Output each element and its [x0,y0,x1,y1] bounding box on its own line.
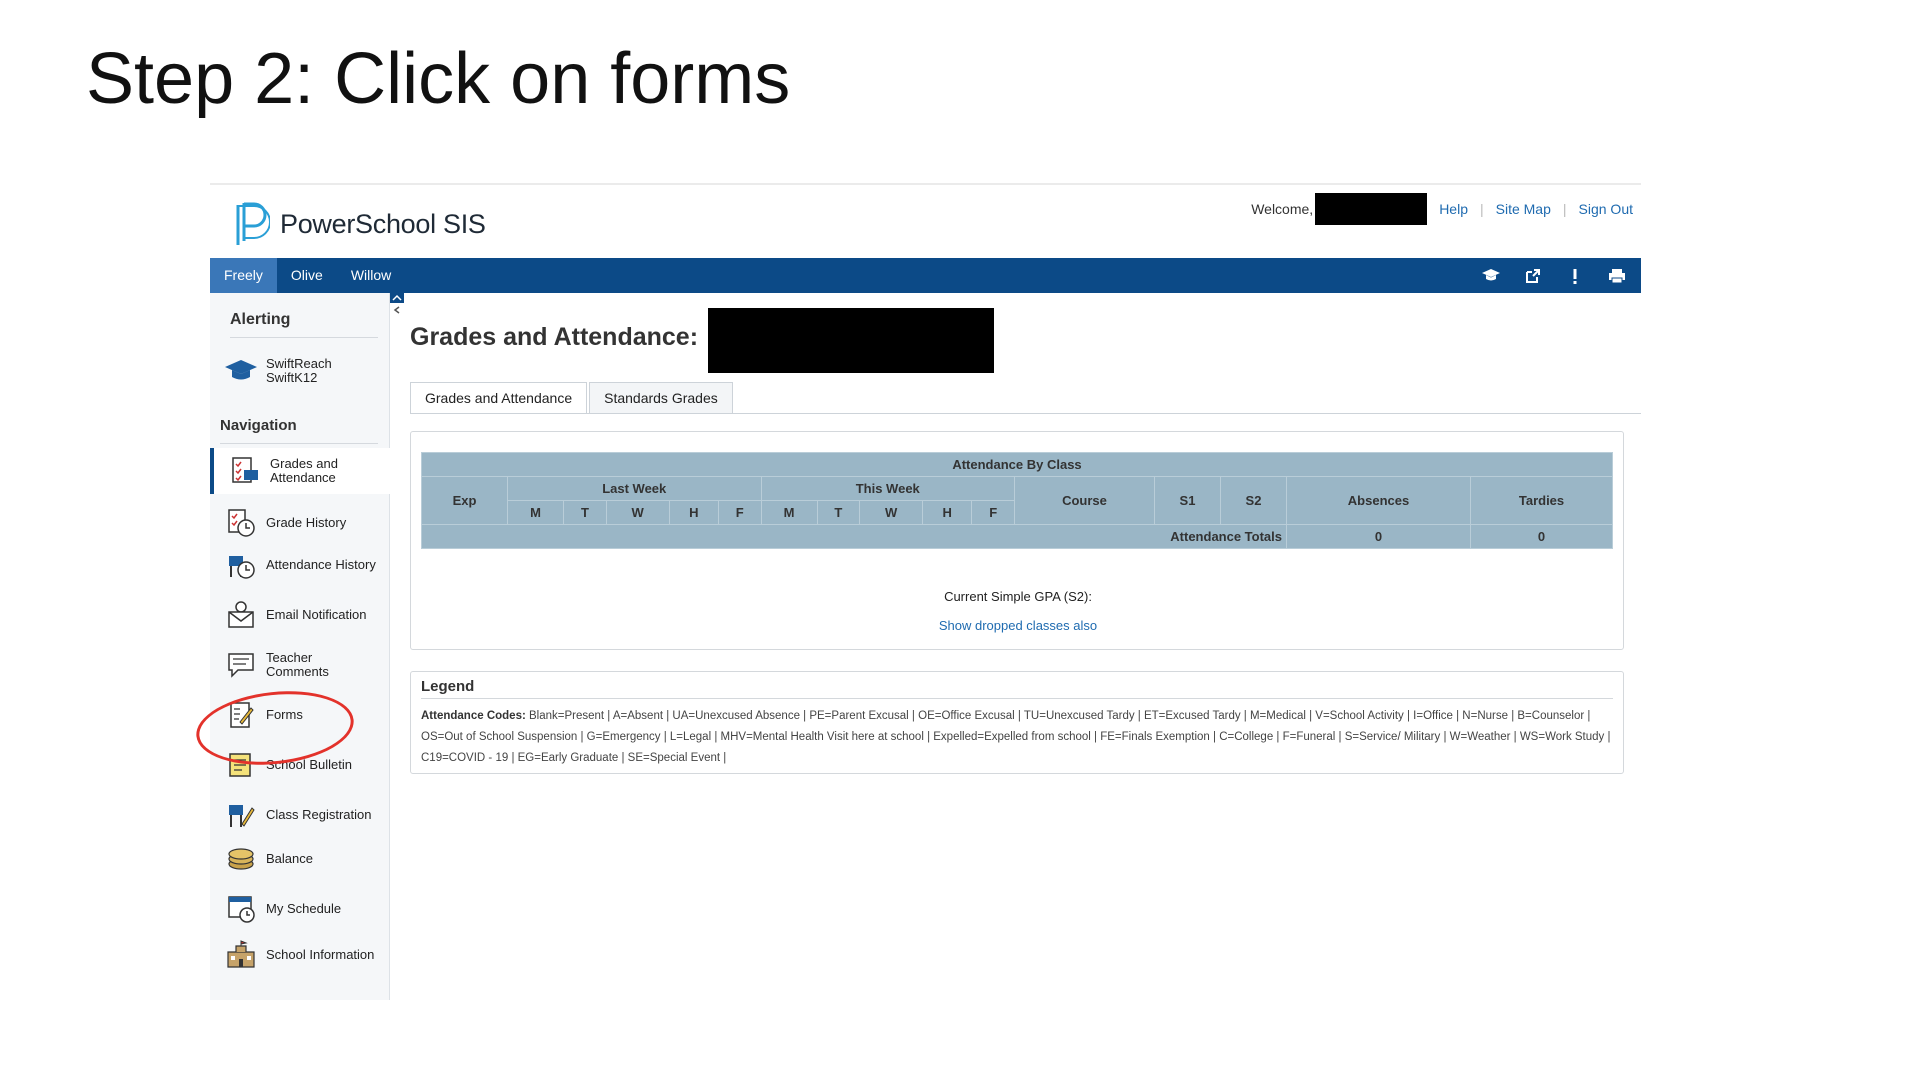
alerting-heading: Alerting [230,311,291,328]
day-header: W [605,500,670,525]
legend-codes-text: Blank=Present | A=Absent | UA=Unexcused … [421,710,1611,764]
day-header: H [668,500,719,525]
legend-codes-label: Attendance Codes: [421,710,526,722]
sidebar-item-class-registration[interactable]: Class Registration [210,799,390,831]
col-absences: Absences [1286,476,1471,525]
sidebar-item-label: Grade History [266,515,347,530]
sidebar-item-teacher-comments[interactable]: Teacher Comments [210,649,390,681]
powerschool-logo-icon [236,202,270,245]
sidebar-item-label: Grades and Attendance [270,456,338,485]
redacted-username [1315,193,1428,225]
col-last-week: Last Week [507,476,762,501]
day-header: T [563,500,607,525]
gpa-text: Current Simple GPA (S2): [944,589,1092,604]
graduation-cap-icon [224,355,258,387]
legend-codes: Attendance Codes: Blank=Present | A=Abse… [421,706,1621,769]
sidebar-item-email-notification[interactable]: Email Notification [210,599,390,631]
sidebar-item-grade-history[interactable]: Grade History [210,507,390,539]
grades-icon [228,455,262,487]
sidebar-item-label: Teacher Comments [266,650,329,679]
legend-box: Legend Attendance Codes: Blank=Present |… [410,671,1624,774]
day-header: M [760,500,818,525]
balance-icon [224,843,258,875]
student-tab-willow[interactable]: Willow [337,258,405,293]
sidebar-item-grades-and-attendance[interactable]: Grades and Attendance [210,448,390,494]
sidebar-item-label: Attendance History [266,557,376,572]
sidebar-item-label: My Schedule [266,901,342,916]
sidebar-item-label: School Information [266,947,375,962]
schedule-icon [224,893,258,925]
sidebar: Alerting SwiftReach SwiftK12 Navigation … [210,293,390,1000]
day-header: F [971,500,1015,525]
col-s1: S1 [1154,476,1221,525]
day-header: M [506,500,565,525]
col-this-week: This Week [760,476,1015,501]
graduation-cap-icon[interactable] [1481,266,1501,286]
printer-icon[interactable] [1607,266,1627,286]
tab-grades-and-attendance[interactable]: Grades and Attendance [410,382,588,414]
sidebar-item-label: Class Registration [266,807,372,822]
student-tab-freely[interactable]: Freely [210,258,277,293]
attendance-box: Attendance By Class Exp Last Week This W… [410,431,1624,650]
sidebar-item-label: SwiftReach SwiftK12 [266,356,332,385]
tab-standards-grades[interactable]: Standards Grades [589,382,733,413]
site-map-link[interactable]: Site Map [1496,201,1551,217]
school-icon [224,939,258,971]
top-divider [210,183,1641,185]
day-header: T [816,500,861,525]
col-exp: Exp [421,476,508,525]
sign-out-link[interactable]: Sign Out [1579,201,1633,217]
comments-icon [224,649,258,681]
email-icon [224,599,258,631]
attendance-table: Attendance By Class Exp Last Week This W… [421,452,1613,549]
sidebar-item-label: Email Notification [266,607,367,622]
welcome-text: Welcome, [1251,201,1314,217]
total-tardies: 0 [1470,524,1613,549]
alert-icon[interactable] [1565,266,1585,286]
day-header: H [922,500,973,525]
navigation-heading: Navigation [220,417,297,434]
col-s2: S2 [1220,476,1287,525]
table-caption: Attendance By Class [421,452,1613,477]
student-navbar: Freely Olive Willow [210,258,1641,293]
col-course: Course [1014,476,1155,525]
sidebar-item-my-schedule[interactable]: My Schedule [210,893,390,925]
powerschool-window: PowerSchool SIS Welcome, Help | Site Map… [210,183,1641,1000]
registration-icon [224,799,258,831]
attendance-history-icon [224,549,258,581]
help-link[interactable]: Help [1439,201,1468,217]
sidebar-item-label: Balance [266,851,313,866]
content-tabs: Grades and Attendance Standards Grades [410,382,735,414]
redacted-student-name [708,308,994,373]
day-header: W [859,500,924,525]
legend-title: Legend [421,678,475,695]
slide-title: Step 2: Click on forms [86,39,791,119]
grade-history-icon [224,507,258,539]
day-header: F [717,500,762,525]
external-link-icon[interactable] [1523,266,1543,286]
col-tardies: Tardies [1470,476,1613,525]
student-tab-olive[interactable]: Olive [277,258,337,293]
sidebar-item-attendance-history[interactable]: Attendance History [210,549,390,581]
page-title: Grades and Attendance: [410,323,699,351]
user-links: Welcome, Help | Site Map | Sign Out [1251,193,1633,225]
brand-name: PowerSchool SIS [280,208,486,239]
powerschool-logo[interactable]: PowerSchool SIS [234,201,486,247]
sidebar-item-swiftreach[interactable]: SwiftReach SwiftK12 [210,355,390,387]
attendance-totals-label: Attendance Totals [421,524,1287,549]
sidebar-collapse-button[interactable] [390,293,404,317]
show-dropped-classes-link[interactable]: Show dropped classes also [411,618,1625,633]
sidebar-item-school-information[interactable]: School Information [210,939,390,971]
sidebar-item-balance[interactable]: Balance [210,843,390,875]
total-absences: 0 [1286,524,1471,549]
